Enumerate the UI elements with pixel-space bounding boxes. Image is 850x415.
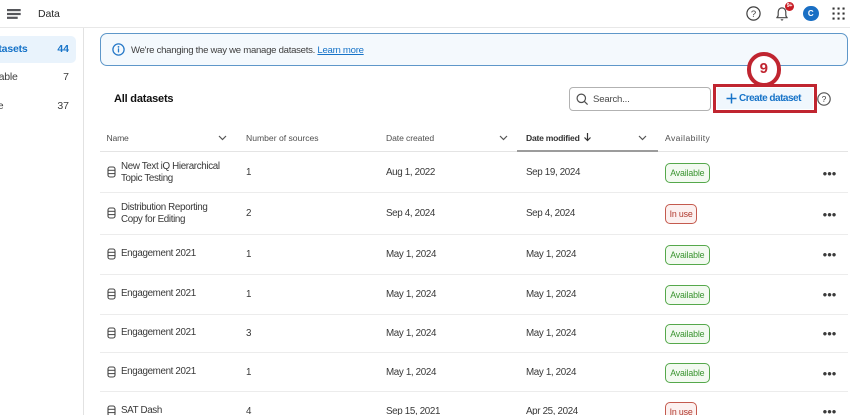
svg-text:?: ? xyxy=(751,9,756,20)
svg-text:?: ? xyxy=(822,94,827,104)
